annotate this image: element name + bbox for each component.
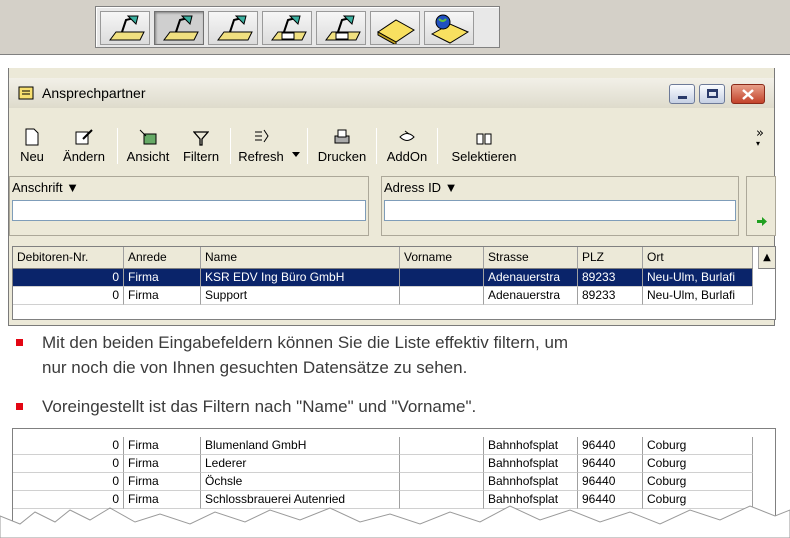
addon-icon xyxy=(399,130,415,141)
addon-label: AddOn xyxy=(386,149,428,164)
title-bar[interactable]: Ansprechpartner xyxy=(9,78,774,108)
desk-lamp-icon xyxy=(109,15,145,41)
module-button-7[interactable] xyxy=(424,11,474,45)
refresh-label: Refresh xyxy=(238,149,284,164)
maximize-button[interactable] xyxy=(699,84,725,104)
print-button[interactable]: Drucken xyxy=(313,124,371,168)
minimize-button[interactable] xyxy=(669,84,695,104)
module-button-3[interactable] xyxy=(208,11,258,45)
app-top-strip xyxy=(0,0,790,68)
address-filter-label[interactable]: Anschrift ▼ xyxy=(12,180,79,195)
refresh-button[interactable]: Refresh xyxy=(233,124,289,168)
refresh-icon xyxy=(255,129,269,143)
module-button-4[interactable] xyxy=(262,11,312,45)
address-id-filter-input[interactable] xyxy=(384,200,736,221)
desk-lamp-card-icon xyxy=(271,15,307,41)
close-button[interactable] xyxy=(731,84,765,104)
scroll-up-button[interactable]: ▲ xyxy=(758,247,775,269)
address-id-filter-label[interactable]: Adress ID ▼ xyxy=(384,180,458,195)
module-button-2[interactable] xyxy=(154,11,204,45)
address-id-filter-box: Adress ID ▼ xyxy=(381,176,739,236)
column-header-city[interactable]: Ort xyxy=(643,247,753,269)
module-button-6[interactable] xyxy=(370,11,420,45)
filter-button[interactable]: Filtern xyxy=(179,124,223,168)
edit-button[interactable]: Ändern xyxy=(59,124,109,168)
filter-area: Anschrift ▼ Adress ID ▼ xyxy=(9,176,776,236)
window-toolbar: Neu Ändern Ansicht Filtern Refresh Druck… xyxy=(9,118,774,170)
torn-edge-decoration xyxy=(0,505,790,538)
maximize-icon xyxy=(707,89,718,98)
main-toolbar xyxy=(0,0,790,55)
print-icon xyxy=(334,129,350,144)
view-icon xyxy=(139,129,157,145)
yellow-pad-icon xyxy=(377,19,415,44)
edit-label: Ändern xyxy=(63,149,105,164)
table-row[interactable]: 0 Firma Blumenland GmbH Bahnhofsplat 964… xyxy=(13,437,773,455)
bullet-1-line-1: Mit den beiden Eingabefeldern können Sie… xyxy=(42,333,569,352)
table-row[interactable]: 0 Firma Lederer Bahnhofsplat 96440 Cobur… xyxy=(13,455,773,473)
bullet-marker xyxy=(16,403,23,410)
module-button-1[interactable] xyxy=(100,11,150,45)
print-label: Drucken xyxy=(317,149,367,164)
column-header-debtor[interactable]: Debitoren-Nr. xyxy=(13,247,124,269)
module-button-group xyxy=(95,6,500,48)
column-header-street[interactable]: Strasse xyxy=(484,247,578,269)
desk-lamp-icon xyxy=(217,15,253,41)
green-arrow-icon xyxy=(757,217,767,226)
select-label: Selektieren xyxy=(451,149,517,164)
desk-lamp-card-icon xyxy=(325,15,361,41)
window-title: Ansprechpartner xyxy=(42,85,146,101)
filter-label: Filtern xyxy=(182,149,220,164)
address-filter-box: Anschrift ▼ xyxy=(9,176,369,236)
new-button[interactable]: Neu xyxy=(13,124,51,168)
select-icon xyxy=(476,133,492,145)
refresh-dropdown-button[interactable] xyxy=(289,124,303,168)
bullet-2: Voreingestellt ist das Filtern nach "Nam… xyxy=(16,394,477,419)
addon-button[interactable]: AddOn xyxy=(382,124,432,168)
module-button-5[interactable] xyxy=(316,11,366,45)
bullet-1-line-2: nur noch die von Ihnen gesuchten Datensä… xyxy=(42,358,468,377)
column-header-zip[interactable]: PLZ xyxy=(578,247,643,269)
contacts-window-icon xyxy=(18,86,34,100)
explanation-text: Mit den beiden Eingabefeldern können Sie… xyxy=(0,326,790,426)
address-filter-input[interactable] xyxy=(12,200,366,221)
chevron-down-icon xyxy=(292,152,300,157)
contacts-grid-top: Debitoren-Nr. Anrede Name Vorname Strass… xyxy=(12,246,776,320)
grid-header: Debitoren-Nr. Anrede Name Vorname Strass… xyxy=(13,247,773,269)
table-row[interactable]: 0 Firma Öchsle Bahnhofsplat 96440 Coburg xyxy=(13,473,773,491)
edit-icon xyxy=(75,129,93,145)
globe-pad-icon xyxy=(430,14,470,44)
view-button[interactable]: Ansicht xyxy=(122,124,174,168)
column-header-name[interactable]: Name xyxy=(201,247,400,269)
minimize-icon xyxy=(678,96,687,99)
view-label: Ansicht xyxy=(126,149,170,164)
close-icon xyxy=(742,89,754,100)
table-row[interactable]: 0 Firma Support Adenauerstra 89233 Neu-U… xyxy=(13,287,773,305)
filter-icon xyxy=(193,131,209,146)
more-button[interactable]: » ▾ xyxy=(756,126,764,148)
desk-lamp-icon xyxy=(163,15,199,41)
new-label: Neu xyxy=(20,149,44,164)
bullet-marker xyxy=(16,339,23,346)
bullet-2-text: Voreingestellt ist das Filtern nach "Nam… xyxy=(42,397,477,416)
new-document-icon xyxy=(25,128,39,146)
column-header-firstname[interactable]: Vorname xyxy=(400,247,484,269)
select-button[interactable]: Selektieren xyxy=(443,124,525,168)
column-header-salutation[interactable]: Anrede xyxy=(124,247,201,269)
bullet-1: Mit den beiden Eingabefeldern können Sie… xyxy=(16,330,569,380)
apply-filter-button[interactable] xyxy=(746,176,776,236)
table-row[interactable]: 0 Firma KSR EDV Ing Büro GmbH Adenauerst… xyxy=(13,269,773,287)
